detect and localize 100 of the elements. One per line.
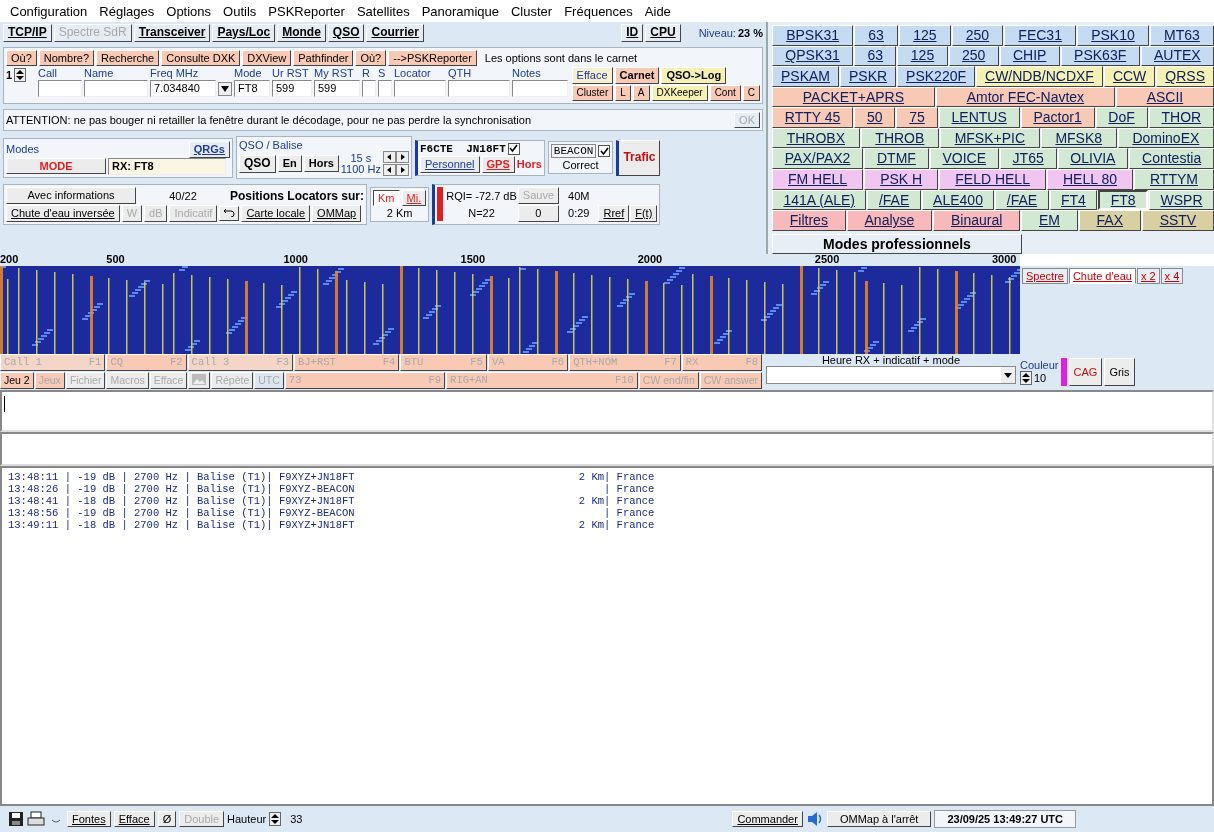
mode-button[interactable]: SSTV xyxy=(1141,210,1214,231)
toolbar-button[interactable]: TCP/IP xyxy=(3,24,52,42)
mode-button[interactable]: PAX/PAX2 xyxy=(772,148,864,169)
mode-button[interactable]: LENTUS xyxy=(938,107,1020,128)
menu-item[interactable]: Réglages xyxy=(99,3,155,19)
mode-button[interactable]: RTTY 45 xyxy=(772,107,854,128)
local-map-button[interactable]: Carte locale xyxy=(241,204,311,222)
rref-button[interactable]: Rref xyxy=(598,204,630,222)
menu-item[interactable]: Fréquences xyxy=(564,3,633,19)
cluster-button[interactable]: Cont xyxy=(709,85,741,101)
display-mode-button[interactable]: Gris xyxy=(1104,358,1135,386)
view-tab[interactable]: x 4 xyxy=(1160,268,1184,284)
toolbar-button[interactable]: CPU xyxy=(645,24,681,42)
mode-button[interactable]: WSPR xyxy=(1149,189,1214,211)
search-button[interactable]: Pathfinder xyxy=(293,49,354,67)
mode-button[interactable]: 75 xyxy=(896,107,938,128)
mode-button[interactable]: 141A (ALE) xyxy=(772,189,867,211)
mode-button[interactable]: QRSS xyxy=(1156,66,1214,87)
trafic-button[interactable]: Trafic xyxy=(616,139,661,176)
qso-field[interactable] xyxy=(448,80,510,98)
professional-modes-button[interactable]: Modes professionnels xyxy=(772,233,1022,254)
mode-button[interactable]: 63 xyxy=(854,45,897,67)
search-button[interactable]: Consulte DXK xyxy=(161,49,241,67)
log-button[interactable]: QSO->Log xyxy=(661,67,727,85)
spinner-icon[interactable] xyxy=(1020,371,1032,385)
mode-button[interactable]: HELL 80 xyxy=(1047,168,1133,190)
mode-button[interactable]: FT8 xyxy=(1098,189,1149,211)
mode-button[interactable]: DTMF xyxy=(864,148,929,169)
mode-button[interactable]: Analyse xyxy=(846,210,933,231)
menu-item[interactable]: Configuration xyxy=(10,3,88,19)
mode-button[interactable]: 125 xyxy=(897,45,948,67)
cluster-button[interactable]: A xyxy=(632,85,650,101)
search-button[interactable]: DXView xyxy=(242,49,292,67)
mode-button[interactable]: PACKET+APRS xyxy=(772,86,935,108)
personnel-button[interactable]: Personnel xyxy=(419,155,480,173)
qso-field[interactable]: FT8 xyxy=(234,80,270,98)
print-icon[interactable] xyxy=(27,811,45,827)
search-button[interactable]: Où? xyxy=(355,49,387,67)
mode-button[interactable]: FEC31 xyxy=(1004,25,1077,46)
view-tab[interactable]: x 2 xyxy=(1136,268,1160,284)
mode-button[interactable]: OLIVIA xyxy=(1057,148,1129,169)
mode-button[interactable]: AUTEX xyxy=(1140,45,1214,67)
mode-button[interactable]: QPSK31 xyxy=(772,45,854,67)
mode-button[interactable]: MFSK+PIC xyxy=(940,127,1040,149)
toolbar-button[interactable]: QSO xyxy=(327,24,365,42)
toolbar-button[interactable]: Courrier xyxy=(366,24,424,42)
cluster-button[interactable]: C xyxy=(742,85,760,101)
mode-button[interactable]: Binaural xyxy=(933,210,1021,231)
mode-button[interactable]: MFSK8 xyxy=(1040,127,1117,149)
menu-item[interactable]: Options xyxy=(166,3,212,19)
menu-item[interactable]: PSKReporter xyxy=(268,3,345,19)
mode-button[interactable]: 63 xyxy=(854,25,898,46)
search-button[interactable]: Nombre? xyxy=(38,49,95,67)
hors-button[interactable]: Hors xyxy=(303,155,339,173)
macro-button[interactable]: Jeu 2 xyxy=(0,372,34,389)
mode-button[interactable]: PSKR xyxy=(840,66,897,87)
mode-button[interactable]: PSK10 xyxy=(1077,25,1149,46)
menu-item[interactable]: Outils xyxy=(223,3,257,19)
qso-field[interactable]: 7.034840 xyxy=(150,80,216,98)
waterfall-invert-button[interactable]: Chute d'eau inversée xyxy=(6,204,120,222)
save-icon[interactable] xyxy=(8,811,24,827)
cluster-button[interactable]: Cluster xyxy=(571,85,614,101)
mode-button[interactable]: DominoEX xyxy=(1117,127,1214,149)
cag-button[interactable]: CAG xyxy=(1068,358,1103,386)
mode-button[interactable]: MODE xyxy=(6,157,106,175)
qrgs-button[interactable]: QRGs xyxy=(188,140,230,158)
qso-field[interactable] xyxy=(378,80,392,98)
zero-button[interactable]: Ø xyxy=(157,810,177,828)
menu-item[interactable]: Satellites xyxy=(356,3,410,19)
mode-button[interactable]: PSK63F xyxy=(1060,45,1140,67)
mode-button[interactable]: THROB xyxy=(860,127,939,149)
qso-field[interactable]: 599 xyxy=(314,80,360,98)
log-button[interactable]: Efface xyxy=(571,67,613,85)
menu-item[interactable]: Aide xyxy=(644,3,671,19)
mode-button[interactable]: JT65 xyxy=(999,148,1057,169)
mode-button[interactable]: PSKAM xyxy=(772,66,839,87)
mode-button[interactable]: MT63 xyxy=(1149,25,1214,46)
unit-button[interactable]: Mi. xyxy=(401,189,427,207)
mode-button[interactable]: PSK H xyxy=(864,168,939,190)
mode-button[interactable]: CW/NDB/NCDXF xyxy=(976,66,1103,87)
receive-text-area[interactable] xyxy=(0,432,1214,466)
log-button[interactable]: Carnet xyxy=(614,67,660,85)
toolbar-button[interactable]: Pays/Loc xyxy=(212,24,276,42)
mode-button[interactable]: ASCII xyxy=(1115,86,1214,108)
qso-field[interactable] xyxy=(362,80,376,98)
mode-button[interactable]: 250 xyxy=(948,45,999,67)
mode-button[interactable]: EM xyxy=(1021,210,1078,231)
menu-item[interactable]: Panoramique xyxy=(421,3,499,19)
checkbox[interactable] xyxy=(598,145,611,158)
mode-button[interactable]: FM HELL xyxy=(772,168,864,190)
fonts-button[interactable]: Fontes xyxy=(67,810,111,828)
mode-button[interactable]: 50 xyxy=(854,107,896,128)
mode-button[interactable]: THROBX xyxy=(772,127,860,149)
mode-button[interactable]: Contestia xyxy=(1129,148,1214,169)
qso-field[interactable] xyxy=(394,80,446,98)
mode-button[interactable]: VOICE xyxy=(929,148,999,169)
checkbox[interactable] xyxy=(507,142,520,155)
qso-field[interactable]: 599 xyxy=(272,80,312,98)
info-button[interactable]: Avec informations xyxy=(6,187,136,204)
view-tab[interactable]: Spectre xyxy=(1022,268,1068,284)
